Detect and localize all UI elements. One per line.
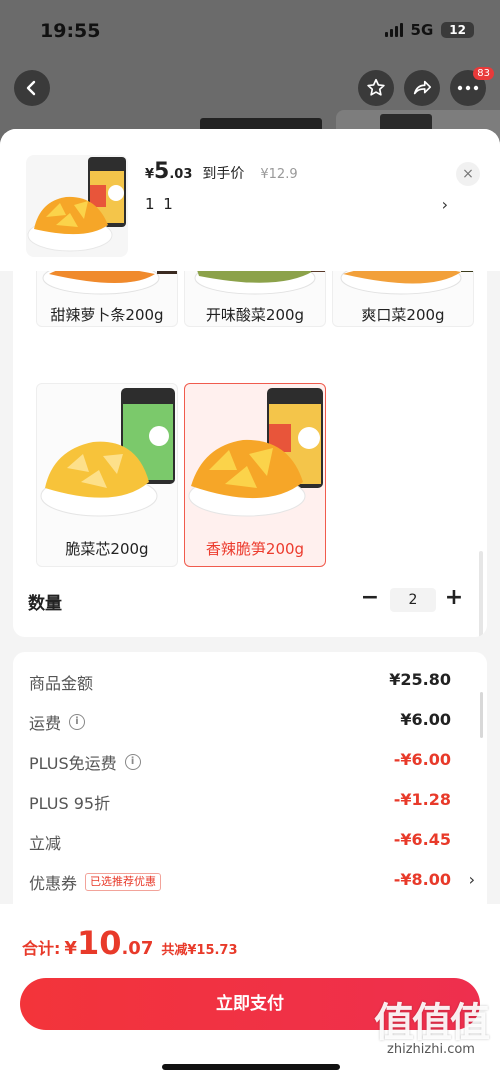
summary-label-text: 立减 — [29, 834, 62, 853]
watermark-url: zhizhizhi.com — [387, 1042, 475, 1057]
price-decimal: .03 — [169, 167, 193, 182]
summary-scrollbar[interactable] — [480, 692, 483, 738]
option-item[interactable]: 甜辣萝卜条200g — [36, 271, 178, 327]
quantity-decrease-button[interactable]: − — [358, 585, 382, 610]
summary-label: 立减 — [29, 830, 61, 854]
total-decimal: .07 — [121, 938, 154, 959]
share-button[interactable] — [404, 70, 440, 106]
option-item[interactable]: 脆菜芯200g — [36, 383, 178, 567]
total-label: 合计: — [22, 939, 61, 958]
summary-value: -¥6.45 — [393, 830, 451, 849]
checkout-bar: 合计: ¥ 10 .07 共减¥15.73 立即支付 值值值 zhizhizhi… — [0, 904, 500, 1081]
chevron-right-icon[interactable]: › — [442, 195, 448, 214]
option-item-selected[interactable]: 香辣脆笋200g — [184, 383, 326, 567]
summary-label: 优惠券 已选推荐优惠 — [29, 870, 162, 894]
watermark: 值值值 zhizhizhi.com — [374, 990, 490, 1057]
status-bar: 19:55 5G 12 — [0, 0, 500, 60]
summary-label: PLUS免运费 i — [29, 750, 141, 774]
options-scrollbar[interactable] — [479, 551, 483, 637]
summary-row-goods: 商品金额 ¥25.80 — [29, 670, 469, 694]
option-item[interactable]: 开味酸菜200g — [184, 271, 326, 327]
price-integer: 5 — [154, 159, 170, 184]
total-saved: 共减¥15.73 — [161, 943, 238, 958]
close-button[interactable]: × — [456, 162, 480, 186]
summary-value: -¥8.00 — [393, 870, 451, 889]
more-button[interactable]: 83 — [450, 67, 494, 106]
total-line: 合计: ¥ 10 .07 共减¥15.73 — [22, 924, 238, 962]
summary-row-shipping: 运费 i ¥6.00 — [29, 710, 469, 734]
share-icon — [413, 80, 432, 95]
summary-row-coupon[interactable]: 优惠券 已选推荐优惠 -¥8.00 › — [29, 870, 475, 894]
summary-value: ¥25.80 — [389, 670, 451, 689]
top-nav: 83 — [0, 67, 500, 114]
watermark-logo: 值值值 — [374, 1000, 490, 1046]
price-summary: 商品金额 ¥25.80 运费 i ¥6.00 PLUS免运费 i -¥6.00 PL… — [13, 652, 487, 932]
battery-indicator: 12 — [441, 22, 474, 38]
summary-row-plus-free-shipping: PLUS免运费 i -¥6.00 — [29, 750, 469, 774]
option-label: 香辣脆笋200g — [205, 540, 305, 558]
status-time: 19:55 — [40, 20, 101, 42]
summary-value: -¥6.00 — [393, 750, 451, 769]
status-icons: 5G 12 — [384, 21, 474, 39]
original-price: ¥12.9 — [260, 167, 298, 182]
option-label: 甜辣萝卜条200g — [50, 306, 164, 324]
summary-row-plus-discount: PLUS 95折 -¥1.28 — [29, 790, 469, 814]
total-integer: 10 — [76, 924, 122, 962]
summary-row-instant-discount: 立减 -¥6.45 — [29, 830, 469, 854]
quantity-increase-button[interactable]: + — [442, 585, 466, 610]
option-image — [37, 271, 177, 298]
option-item[interactable]: 爽口菜200g — [332, 271, 474, 327]
product-thumbnail — [26, 155, 128, 257]
favorite-button[interactable] — [358, 70, 394, 106]
chevron-right-icon[interactable]: › — [469, 870, 475, 889]
selected-spec[interactable]: 1 1 — [145, 195, 175, 213]
summary-label: 商品金额 — [29, 670, 93, 694]
summary-label-text: PLUS 95折 — [29, 794, 111, 813]
notification-badge: 83 — [473, 67, 494, 80]
summary-label-text: 商品金额 — [29, 674, 94, 693]
summary-label-text: PLUS免运费 — [29, 754, 117, 773]
summary-value: -¥1.28 — [393, 790, 451, 809]
final-price-label: 到手价 — [202, 166, 245, 182]
option-label: 脆菜芯200g — [65, 540, 149, 558]
summary-label: PLUS 95折 — [29, 790, 110, 814]
info-icon[interactable]: i — [69, 714, 86, 730]
price-line: ¥ 5 .03 到手价 ¥12.9 — [145, 159, 298, 184]
price-currency: ¥ — [145, 167, 155, 182]
purchase-sheet: ¥ 5 .03 到手价 ¥12.9 1 1 › × 甜辣萝卜条200g 开味酸菜… — [0, 129, 500, 1081]
star-icon — [367, 78, 385, 96]
chevron-left-icon — [26, 80, 36, 96]
flavor-options: 甜辣萝卜条200g 开味酸菜200g 爽口菜200g 脆菜芯200g 香辣脆笋2… — [13, 271, 487, 637]
quantity-input[interactable]: 2 — [390, 588, 436, 612]
signal-icon — [384, 23, 403, 37]
option-image — [185, 384, 325, 526]
more-dots-icon — [457, 85, 479, 91]
coupon-tag: 已选推荐优惠 — [85, 873, 162, 891]
summary-label: 运费 i — [29, 710, 86, 734]
info-icon[interactable]: i — [124, 754, 141, 770]
option-image — [185, 271, 325, 298]
option-image — [333, 271, 473, 298]
summary-label-text: 优惠券 — [29, 874, 78, 893]
network-label: 5G — [410, 21, 434, 39]
quantity-label: 数量 — [28, 594, 62, 614]
summary-label-text: 运费 — [29, 714, 62, 733]
home-indicator — [162, 1064, 340, 1070]
sheet-header: ¥ 5 .03 到手价 ¥12.9 1 1 › × — [0, 129, 500, 271]
option-image — [37, 384, 177, 526]
summary-value: ¥6.00 — [400, 710, 451, 729]
option-label: 开味酸菜200g — [205, 306, 305, 324]
total-currency: ¥ — [64, 938, 77, 959]
option-label: 爽口菜200g — [361, 306, 445, 324]
back-button[interactable] — [14, 70, 50, 106]
